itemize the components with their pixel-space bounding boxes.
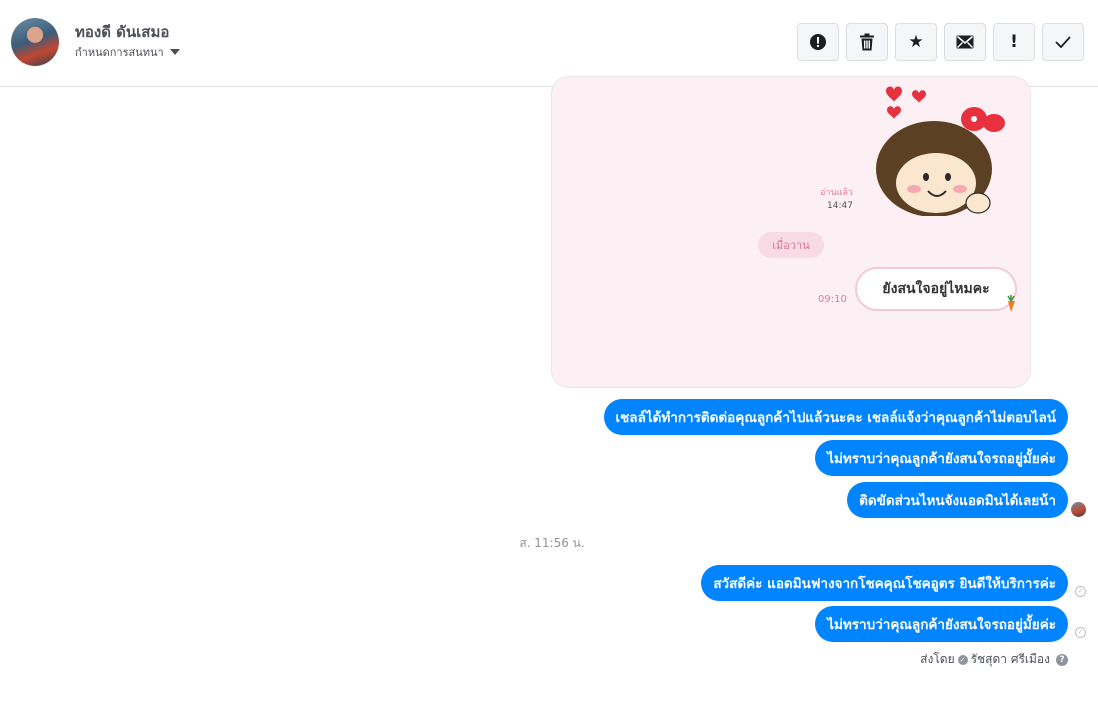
envelope-icon xyxy=(956,35,974,49)
seen-avatar xyxy=(1071,502,1086,517)
conversation-label-menu[interactable]: กำหนดการสนทนา xyxy=(75,43,180,61)
star-button[interactable]: ★ xyxy=(895,23,937,61)
message-thread[interactable]: อ่านแล้ว 14:47 เมื่อวาน 09:10 ยังสนใจอยู… xyxy=(0,76,1098,701)
message-bubble[interactable]: เชลล์ได้ทำการติดต่อคุณลูกค้าไปแล้วนะคะ เ… xyxy=(603,399,1068,435)
read-time: 14:47 xyxy=(827,201,853,211)
message-bubble[interactable]: ไม่ทราบว่าคุณลูกค้ายังสนใจรถอยู่มั้ยค่ะ xyxy=(815,606,1068,642)
carrot-icon xyxy=(1007,295,1015,312)
exclamation-circle-icon xyxy=(810,34,826,50)
check-circle-icon: ✓ xyxy=(957,654,968,665)
star-icon: ★ xyxy=(908,31,924,52)
trash-icon xyxy=(860,33,874,51)
sender-name: รัชสุดา ศรีเมือง xyxy=(970,652,1050,666)
check-icon xyxy=(1055,36,1071,48)
sent-by-prefix: ส่งโดย xyxy=(920,652,955,666)
conversation-toolbar: ★ ! xyxy=(797,23,1084,61)
sticker-bubble-text: ยังสนใจอยู่ไหมคะ xyxy=(855,267,1017,311)
message-bubble[interactable]: สวัสดีค่ะ แอดมินฟางจากโชคคุณโชคอูตร ยินด… xyxy=(701,565,1068,601)
report-button[interactable] xyxy=(797,23,839,61)
help-icon[interactable]: ? xyxy=(1056,653,1068,666)
follow-up-button[interactable]: ! xyxy=(993,23,1035,61)
thread-timestamp: ส. 11:56 น. xyxy=(0,534,1098,553)
label-menu-text: กำหนดการสนทนา xyxy=(75,46,164,59)
mark-done-button[interactable] xyxy=(1042,23,1084,61)
timestamp-text: ส. 11:56 น. xyxy=(519,536,585,550)
girl-sticker-icon xyxy=(876,107,1005,216)
message-bubble[interactable]: ไม่ทราบว่าคุณลูกค้ายังสนใจรถอยู่มั้ยค่ะ xyxy=(815,440,1068,476)
bubble-time: 09:10 xyxy=(818,294,847,305)
sent-check-icon: ✓ xyxy=(1075,586,1086,597)
contact-avatar[interactable] xyxy=(11,18,59,66)
conversation-header: ทองดี ดันเสมอ กำหนดการสนทนา ★ ! xyxy=(0,0,1098,87)
exclamation-icon: ! xyxy=(1010,31,1018,52)
sent-check-icon: ✓ xyxy=(1075,627,1086,638)
mark-unread-button[interactable] xyxy=(944,23,986,61)
sent-by-line: ส่งโดย ✓ รัชสุดา ศรีเมือง ? xyxy=(920,650,1068,669)
caret-down-icon xyxy=(169,49,180,55)
read-receipt-label: อ่านแล้ว 14:47 xyxy=(820,187,853,213)
contact-name[interactable]: ทองดี ดันเสมอ xyxy=(75,20,169,44)
shared-image-card[interactable]: อ่านแล้ว 14:47 เมื่อวาน 09:10 ยังสนใจอยู… xyxy=(551,76,1031,388)
read-label: อ่านแล้ว xyxy=(820,188,853,198)
message-bubble[interactable]: ติดขัดส่วนไหนจังแอดมินได้เลยน้า xyxy=(847,482,1068,518)
date-chip: เมื่อวาน xyxy=(758,232,824,258)
delete-button[interactable] xyxy=(846,23,888,61)
